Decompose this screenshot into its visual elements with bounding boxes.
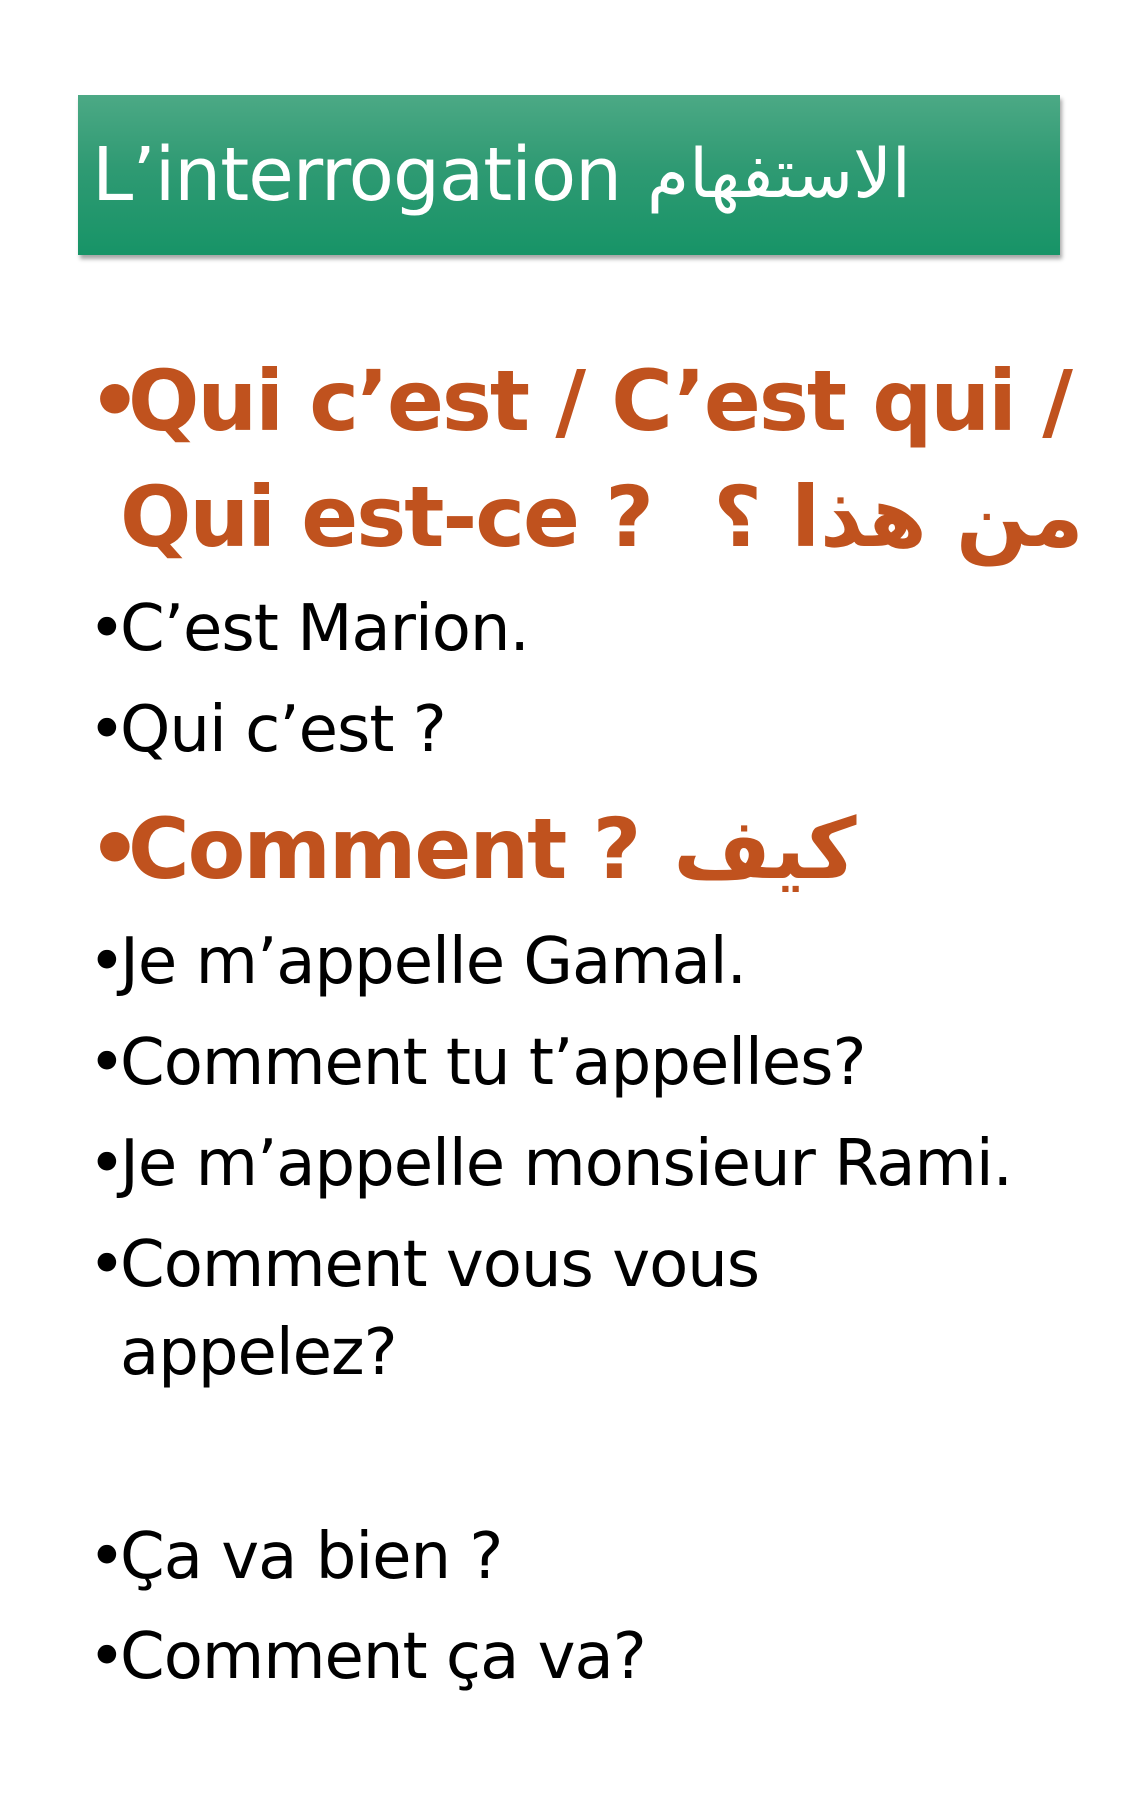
list-item-continuation: appelez? [120, 1316, 398, 1390]
bullet: • [88, 1228, 126, 1302]
bullet: • [88, 925, 126, 999]
example-text: Comment tu t’appelles? [120, 1026, 866, 1100]
list-item: • Comment tu t’appelles? [88, 1026, 866, 1100]
bullet: • [88, 592, 126, 666]
example-text: Je m’appelle Gamal. [120, 925, 747, 999]
list-item: • Comment vous vous [88, 1228, 760, 1302]
list-item: • Qui c’est ? [88, 693, 447, 767]
bullet: • [88, 352, 142, 450]
bullet: • [88, 1520, 126, 1594]
bullet: • [88, 1620, 126, 1694]
bullet: • [88, 1127, 126, 1201]
list-item: • Comment ça va? [88, 1620, 647, 1694]
heading-qui-question: Qui est-ce ? [120, 468, 654, 566]
example-text: Comment vous vous [120, 1228, 760, 1302]
example-text: Comment ça va? [120, 1620, 647, 1694]
list-item: • C’est Marion. [88, 592, 530, 666]
heading-qui-line1: • Qui c’est / C’est qui / [88, 352, 1073, 450]
list-item: • Je m’appelle Gamal. [88, 925, 747, 999]
example-text: appelez? [120, 1316, 398, 1390]
bullet: • [88, 800, 142, 898]
heading-qui-arabic: من هذا ؟ [713, 468, 1085, 566]
list-item: • Je m’appelle monsieur Rami. [88, 1127, 1013, 1201]
heading-qui-text: Qui c’est / C’est qui / [128, 352, 1073, 450]
example-text: Ça va bien ? [120, 1520, 503, 1594]
bullet: • [88, 1026, 126, 1100]
heading-comment-text: Comment ? [128, 800, 641, 898]
heading-comment-arabic: كيف [673, 800, 858, 898]
heading-qui-line2: Qui est-ce ? من هذا ؟ [120, 468, 1086, 566]
bullet: • [88, 693, 126, 767]
example-text: C’est Marion. [120, 592, 530, 666]
example-text: Qui c’est ? [120, 693, 447, 767]
example-text: Je m’appelle monsieur Rami. [120, 1127, 1013, 1201]
list-item: • Ça va bien ? [88, 1520, 503, 1594]
slide-content: • Qui c’est / C’est qui / Qui est-ce ? م… [0, 0, 1142, 1800]
heading-comment: • Comment ? كيف [88, 800, 859, 898]
